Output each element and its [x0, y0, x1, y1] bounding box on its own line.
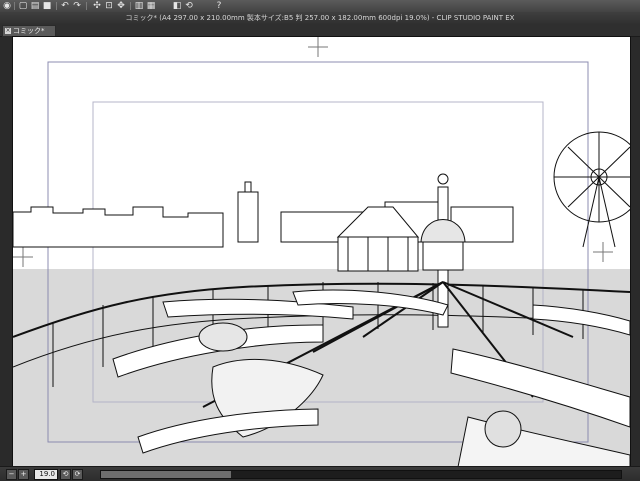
undo-icon[interactable]: ↶ — [60, 1, 70, 11]
zoom-value[interactable]: 19.0 — [34, 469, 58, 480]
rotate-right-icon[interactable]: ⟳ — [72, 469, 83, 480]
save-icon[interactable]: ■ — [42, 1, 52, 11]
select-all-icon[interactable]: ✣ — [92, 1, 102, 11]
close-icon[interactable]: × — [5, 28, 11, 34]
grid-icon[interactable]: ▦ — [146, 1, 156, 11]
manga-canvas-illustration — [13, 37, 630, 467]
rotate-icon[interactable]: ⟲ — [184, 1, 194, 11]
redo-icon[interactable]: ↷ — [72, 1, 82, 11]
zoom-in-icon[interactable]: + — [18, 469, 29, 480]
toolbar-separator — [14, 2, 15, 10]
open-icon[interactable]: ▤ — [30, 1, 40, 11]
view-icon[interactable]: ◧ — [172, 1, 182, 11]
help-icon[interactable]: ? — [214, 1, 224, 11]
rotate-left-icon[interactable]: ⟲ — [60, 469, 71, 480]
window-title: コミック* (A4 297.00 x 210.00mm 製本サイズ:B5 判 2… — [125, 14, 515, 22]
toolbar-separator — [86, 2, 87, 10]
status-bar: − + 19.0 ⟲ ⟳ — [0, 466, 640, 481]
new-icon[interactable]: ▢ — [18, 1, 28, 11]
tab-label: コミック* — [13, 27, 45, 35]
toolbar-separator — [130, 2, 131, 10]
zoom-out-icon[interactable]: − — [6, 469, 17, 480]
toolbar-separator — [56, 2, 57, 10]
layer-icon[interactable]: ▥ — [134, 1, 144, 11]
app-logo-icon[interactable]: ◉ — [2, 1, 12, 11]
transform-icon[interactable]: ✥ — [116, 1, 126, 11]
horizontal-scrollbar[interactable] — [100, 470, 622, 479]
deselect-icon[interactable]: ⊡ — [104, 1, 114, 11]
clip-studio-window: ◉ ▢ ▤ ■ ↶ ↷ ✣ ⊡ ✥ ▥ ▦ ◧ ⟲ ? コミック* (A4 29… — [0, 0, 640, 481]
scrollbar-thumb[interactable] — [101, 471, 231, 478]
canvas-area[interactable] — [12, 36, 631, 468]
